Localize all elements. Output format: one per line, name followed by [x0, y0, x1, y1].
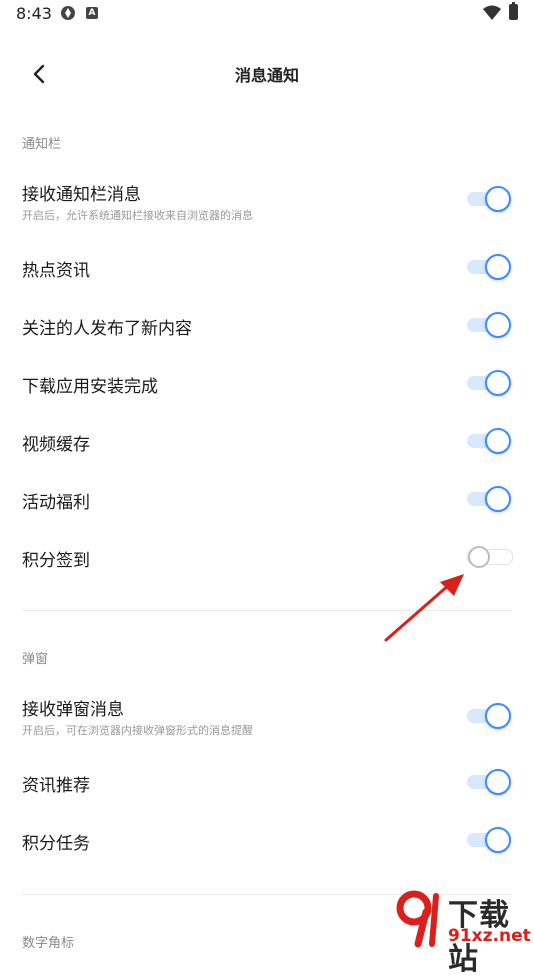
toggle-knob	[468, 546, 490, 568]
setting-row-download-installed: 下载应用安装完成	[0, 370, 534, 400]
watermark-logo-icon	[396, 890, 439, 948]
setting-title: 积分签到	[22, 551, 90, 571]
app-a-icon: A	[86, 7, 98, 19]
toggle-switch[interactable]	[467, 769, 511, 795]
setting-title: 视频缓存	[22, 435, 90, 455]
page-title: 消息通知	[234, 66, 299, 85]
toggle-knob	[485, 769, 511, 795]
section-label-badge: 数字角标	[22, 936, 75, 951]
watermark: 下载站 91xz.net	[396, 886, 534, 977]
wifi-icon	[483, 5, 501, 20]
setting-row-activity-benefits: 活动福利	[0, 486, 534, 516]
toggle-knob	[485, 254, 511, 280]
setting-title: 接收通知栏消息	[22, 185, 141, 205]
toggle-switch[interactable]	[467, 544, 513, 570]
setting-row-points-tasks: 积分任务	[0, 827, 534, 857]
toggle-switch[interactable]	[467, 186, 511, 212]
toggle-switch[interactable]	[467, 312, 511, 338]
setting-title: 积分任务	[22, 834, 90, 854]
watermark-url: 91xz.net	[448, 926, 531, 946]
toggle-switch[interactable]	[467, 370, 511, 396]
section-label-notification-bar: 通知栏	[22, 137, 62, 152]
app-notification-icon	[61, 6, 75, 20]
toggle-switch[interactable]	[467, 827, 511, 853]
toggle-switch[interactable]	[467, 428, 511, 454]
header: 消息通知	[0, 50, 534, 98]
annotation-arrow-icon	[384, 574, 464, 642]
toggle-knob	[485, 186, 511, 212]
toggle-knob	[485, 827, 511, 853]
setting-title: 关注的人发布了新内容	[22, 319, 192, 339]
toggle-knob	[485, 703, 511, 729]
setting-row-video-cache: 视频缓存	[0, 428, 534, 458]
setting-description: 开启后，允许系统通知栏接收来自浏览器的消息	[22, 209, 253, 222]
setting-title: 资讯推荐	[22, 776, 90, 796]
setting-row-followed-new-content: 关注的人发布了新内容	[0, 312, 534, 342]
toggle-knob	[485, 486, 511, 512]
section-label-popup: 弹窗	[22, 652, 49, 667]
setting-title: 接收弹窗消息	[22, 700, 124, 720]
setting-row-hot-news: 热点资讯	[0, 254, 534, 284]
setting-row-receive-notification: 接收通知栏消息 开启后，允许系统通知栏接收来自浏览器的消息	[0, 178, 534, 228]
toggle-knob	[485, 312, 511, 338]
setting-row-news-recommend: 资讯推荐	[0, 769, 534, 799]
battery-icon	[509, 2, 518, 20]
status-time: 8:43	[16, 4, 52, 23]
setting-row-receive-popup: 接收弹窗消息 开启后，可在浏览器内接收弹窗形式的消息提醒	[0, 693, 534, 743]
toggle-switch[interactable]	[467, 254, 511, 280]
setting-description: 开启后，可在浏览器内接收弹窗形式的消息提醒	[22, 724, 253, 737]
toggle-switch[interactable]	[467, 703, 511, 729]
setting-title: 热点资讯	[22, 261, 90, 281]
status-bar: 8:43 A	[0, 0, 534, 30]
toggle-knob	[485, 428, 511, 454]
setting-title: 活动福利	[22, 493, 90, 513]
toggle-knob	[485, 370, 511, 396]
setting-title: 下载应用安装完成	[22, 377, 158, 397]
toggle-switch[interactable]	[467, 486, 511, 512]
